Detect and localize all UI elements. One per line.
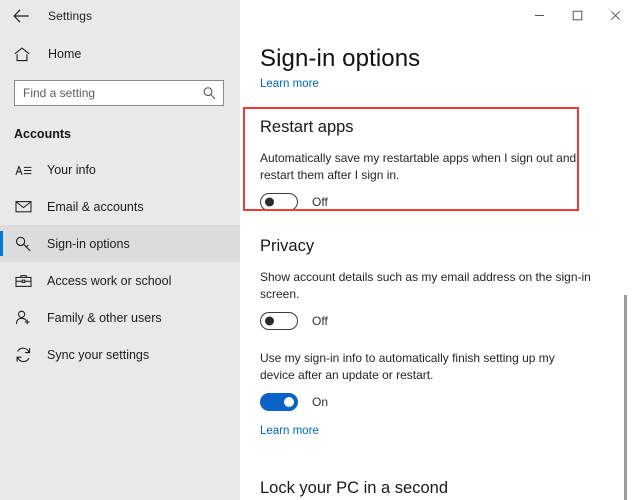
- sidebar-item-label: Sign-in options: [47, 236, 130, 251]
- main-content: Sign-in options Learn more Restart apps …: [240, 31, 634, 500]
- close-button[interactable]: [596, 0, 634, 31]
- sign-in-info-toggle-row: On: [260, 393, 608, 411]
- section-lock-your-pc: Lock your PC in a second To protect your…: [260, 479, 608, 500]
- settings-window: Settings Home Find a setting Accounts Yo…: [0, 0, 634, 500]
- show-account-details-toggle[interactable]: [260, 312, 298, 330]
- section-heading: Restart apps: [260, 118, 354, 136]
- window-body: Home Accounts: [0, 31, 634, 500]
- sync-icon: [14, 347, 32, 363]
- search-container: [14, 80, 224, 106]
- restart-apps-toggle[interactable]: [260, 193, 298, 211]
- sidebar-item-family-other-users[interactable]: Family & other users: [0, 299, 240, 336]
- home-icon: [14, 46, 34, 62]
- toggle-knob: [284, 397, 294, 407]
- minimize-button[interactable]: [520, 0, 558, 31]
- sidebar-item-sign-in-options[interactable]: Sign-in options: [0, 225, 240, 262]
- window-controls: [520, 0, 634, 31]
- section-heading: Lock your PC in a second: [260, 479, 449, 497]
- content-inner: Sign-in options Learn more Restart apps …: [240, 31, 634, 500]
- toggle-state-label: Off: [312, 314, 328, 328]
- section-restart-apps: Restart apps Automatically save my resta…: [260, 118, 608, 211]
- family-icon: [14, 310, 32, 325]
- sidebar-item-email-accounts[interactable]: Email & accounts: [0, 188, 240, 225]
- sidebar-group-title: Accounts: [14, 127, 71, 141]
- sidebar-item-label: Family & other users: [47, 310, 162, 325]
- maximize-button[interactable]: [558, 0, 596, 31]
- sidebar-home-label: Home: [48, 47, 82, 61]
- search-box[interactable]: [14, 80, 224, 106]
- page-title: Sign-in options: [260, 45, 421, 72]
- briefcase-icon: [14, 274, 32, 288]
- title-bar: Settings: [0, 0, 634, 31]
- section-privacy: Privacy Show account details such as my …: [260, 237, 608, 439]
- sign-in-info-toggle[interactable]: [260, 393, 298, 411]
- sidebar: Home Accounts: [0, 31, 240, 500]
- title-bar-left: Settings: [0, 0, 240, 31]
- title-bar-drag-region: [240, 0, 520, 31]
- back-arrow-icon[interactable]: [4, 0, 38, 31]
- search-icon[interactable]: [198, 81, 220, 105]
- section-description: Show account details such as my email ad…: [260, 270, 591, 301]
- restart-apps-toggle-row: Off: [260, 193, 608, 211]
- toggle-state-label: Off: [312, 195, 328, 209]
- show-account-details-toggle-row: Off: [260, 312, 608, 330]
- sidebar-item-access-work-or-school[interactable]: Access work or school: [0, 262, 240, 299]
- toggle-state-label: On: [312, 395, 329, 409]
- vertical-scrollbar[interactable]: [624, 62, 628, 500]
- section-description: Automatically save my restartable apps w…: [260, 151, 577, 182]
- sidebar-item-label: Email & accounts: [47, 199, 144, 214]
- toggle-knob: [264, 316, 274, 326]
- envelope-icon: [14, 200, 32, 213]
- sidebar-item-label: Access work or school: [47, 273, 172, 288]
- search-input[interactable]: [15, 81, 223, 105]
- sidebar-item-label: Your info: [47, 162, 96, 177]
- your-info-icon: [14, 163, 32, 177]
- section-description-secondary: Use my sign-in info to automatically fin…: [260, 351, 555, 382]
- sidebar-nav-list: Your info Email & accounts Sign-in optio…: [0, 151, 240, 373]
- sidebar-item-label: Sync your settings: [47, 347, 150, 362]
- section-heading: Privacy: [260, 237, 315, 255]
- toggle-knob: [264, 197, 274, 207]
- top-learn-more-link[interactable]: Learn more: [260, 78, 319, 90]
- window-title: Settings: [48, 8, 93, 23]
- sidebar-item-home[interactable]: Home: [0, 38, 240, 70]
- scrollbar-thumb[interactable]: [624, 295, 627, 500]
- privacy-learn-more-link[interactable]: Learn more: [260, 425, 319, 437]
- key-icon: [14, 236, 32, 252]
- sidebar-item-sync-your-settings[interactable]: Sync your settings: [0, 336, 240, 373]
- sidebar-item-your-info[interactable]: Your info: [0, 151, 240, 188]
